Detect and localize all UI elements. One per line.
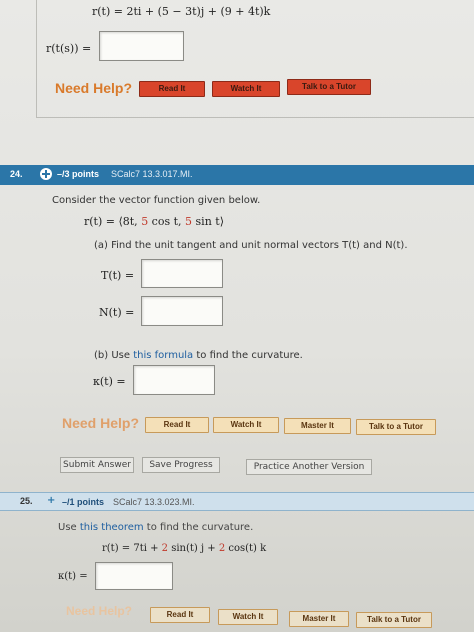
q23-need-help: Need Help? xyxy=(55,80,133,96)
q24-practice-another-version-button[interactable]: Practice Another Version xyxy=(246,459,372,475)
q25-read-it-button[interactable]: Read It xyxy=(150,607,210,623)
q24-submit-answer-button[interactable]: Submit Answer xyxy=(60,457,134,473)
q24-points: –/3 points xyxy=(57,169,100,179)
q24-T-label: T(t) = xyxy=(101,269,135,282)
q24-formula-link[interactable]: this formula xyxy=(133,350,193,361)
q23-r-of-t: r(t) = 2ti + (5 − 3t)j + (9 + 4t)k xyxy=(92,5,271,18)
q24-read-it-button[interactable]: Read It xyxy=(145,417,209,433)
q24-save-progress-button[interactable]: Save Progress xyxy=(142,457,220,473)
q24-N-label: N(t) = xyxy=(99,306,135,319)
q25-points: –/1 points xyxy=(62,497,105,507)
q24-watch-it-button[interactable]: Watch It xyxy=(213,417,279,433)
q25-watch-it-button[interactable]: Watch It xyxy=(218,609,278,625)
q23-rts-label: r(t(s)) = xyxy=(46,42,92,55)
q24-number: 24. xyxy=(10,169,23,179)
q24-r-value-2: 5 xyxy=(185,215,193,228)
q25-kappa-input[interactable] xyxy=(95,562,173,590)
q24-part-b: (b) Use this formula to find the curvatu… xyxy=(94,350,303,361)
q24-part-b-suffix: to find the curvature. xyxy=(193,350,303,361)
q24-talk-to-tutor-button[interactable]: Talk to a Tutor xyxy=(356,419,436,435)
q24-kappa-input[interactable] xyxy=(133,365,215,395)
q24-T-input[interactable] xyxy=(141,259,223,288)
q25-r-prefix: r(t) = 7ti + xyxy=(102,543,162,554)
q25-r-of-t: r(t) = 7ti + 2 sin(t) j + 2 cos(t) k xyxy=(102,543,266,554)
q23-read-it-button[interactable]: Read It xyxy=(139,81,205,97)
q24-source: SCalc7 13.3.017.MI. xyxy=(111,169,193,179)
q23-watch-it-button[interactable]: Watch It xyxy=(212,81,280,97)
q24-expand-icon[interactable] xyxy=(40,168,52,180)
q23-answer-input[interactable] xyxy=(99,31,184,61)
section-divider xyxy=(36,117,474,118)
q25-number: 25. xyxy=(20,496,33,506)
q24-master-it-button[interactable]: Master It xyxy=(284,418,351,434)
q25-talk-to-tutor-button[interactable]: Talk to a Tutor xyxy=(356,612,432,628)
q25-intro: Use this theorem to find the curvature. xyxy=(58,522,253,533)
q25-kappa-label: κ(t) = xyxy=(58,571,88,582)
q24-intro: Consider the vector function given below… xyxy=(52,195,261,206)
q23-talk-to-tutor-button[interactable]: Talk to a Tutor xyxy=(287,79,371,95)
q25-intro-prefix: Use xyxy=(58,522,80,533)
q24-r-of-t: r(t) = ⟨8t, 5 cos t, 5 sin t⟩ xyxy=(84,215,224,228)
q25-need-help: Need Help? xyxy=(66,604,133,618)
q25-expand-icon[interactable]: + xyxy=(47,495,55,506)
left-border xyxy=(36,0,37,118)
q24-r-prefix: r(t) = ⟨8t, xyxy=(84,215,142,228)
q24-kappa-label: κ(t) = xyxy=(93,375,126,388)
q25-r-mid: sin(t) j + xyxy=(168,543,219,554)
q25-r-suffix: cos(t) k xyxy=(225,543,267,554)
q24-part-b-prefix: (b) Use xyxy=(94,350,134,361)
q24-part-a: (a) Find the unit tangent and unit norma… xyxy=(94,240,408,251)
q24-N-input[interactable] xyxy=(141,296,223,326)
q24-r-suffix: sin t⟩ xyxy=(192,215,224,228)
plus-vertical xyxy=(45,170,47,178)
q25-master-it-button[interactable]: Master It xyxy=(289,611,349,627)
q24-need-help: Need Help? xyxy=(62,415,140,431)
q25-intro-suffix: to find the curvature. xyxy=(143,522,254,533)
q25-theorem-link[interactable]: this theorem xyxy=(80,522,144,533)
q24-r-mid: cos t, xyxy=(148,215,186,228)
q25-source: SCalc7 13.3.023.MI. xyxy=(113,497,195,507)
